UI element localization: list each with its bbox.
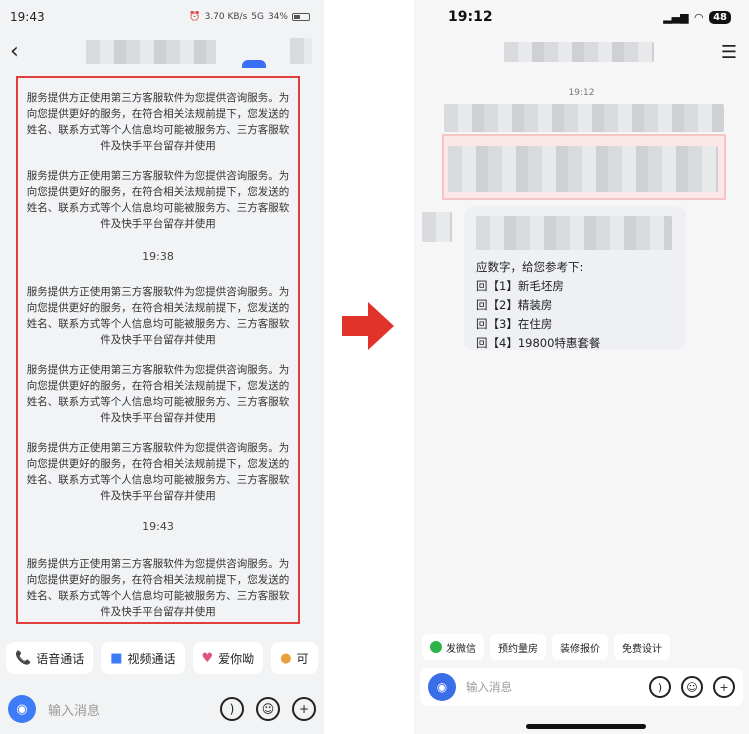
- wifi-icon: ◠: [694, 10, 704, 24]
- wechat-icon: [430, 641, 442, 653]
- camera-icon[interactable]: ◉: [8, 695, 36, 723]
- camera-icon[interactable]: ◉: [428, 673, 456, 701]
- voice-icon[interactable]: ): [649, 676, 671, 698]
- message-timestamp: 19:38: [142, 250, 174, 263]
- renovation-quote-button[interactable]: 装修报价: [552, 634, 608, 660]
- heart-emoji-icon: ♥: [201, 650, 214, 666]
- chip-label: 视频通话: [127, 651, 176, 666]
- status-time: 19:43: [10, 10, 45, 24]
- video-call-button[interactable]: ■ 视频通话: [101, 642, 185, 674]
- battery-icon: 48: [709, 10, 731, 24]
- plus-icon[interactable]: +: [713, 676, 735, 698]
- chip-label: 可: [296, 651, 309, 666]
- message-input-bar: ◉ 输入消息 ) ☺ +: [420, 668, 743, 706]
- system-message: 服务提供方正使用第三方客服软件为您提供咨询服务。为向您提供更好的服务，在符合相关…: [26, 92, 290, 152]
- blurred-contact-name: [504, 42, 654, 62]
- message-line: 回【1】新毛坯房: [476, 279, 564, 293]
- phone-icon: 📞: [15, 650, 32, 666]
- highlighted-blurred-message: [442, 134, 726, 200]
- blurred-contact-name: [86, 40, 216, 64]
- blurred-message: [444, 104, 724, 132]
- battery-level: 34%: [267, 12, 288, 22]
- emoji-icon[interactable]: ☺: [681, 676, 703, 698]
- system-message: 服务提供方正使用第三方客服软件为您提供咨询服务。为向您提供更好的服务，在符合相关…: [26, 286, 290, 346]
- system-message: 服务提供方正使用第三方客服软件为您提供咨询服务。为向您提供更好的服务，在符合相关…: [26, 558, 290, 618]
- highlighted-messages-box: 服务提供方正使用第三方客服软件为您提供咨询服务。为向您提供更好的服务，在符合相关…: [16, 76, 300, 624]
- signal-icon: 5G: [251, 12, 264, 22]
- message-line: 回【2】精装房: [476, 298, 553, 312]
- chat-header: ☰: [414, 34, 749, 70]
- love-you-sticker-button[interactable]: ♥ 爱你呦: [192, 642, 264, 674]
- message-line: 应数字，给您参考下:: [476, 260, 584, 274]
- status-icons: ▂▄▆ ◠ 48: [663, 10, 731, 24]
- quick-action-bar: 📞 语音通话 ■ 视频通话 ♥ 爱你呦 ● 可: [0, 642, 324, 676]
- book-measurement-button[interactable]: 预约量房: [490, 634, 546, 660]
- message-input[interactable]: 输入消息: [48, 700, 208, 719]
- message-input-bar: ◉ 输入消息 ) ☺ +: [0, 684, 324, 734]
- avatar[interactable]: [422, 212, 452, 242]
- blurred-header-action[interactable]: [290, 38, 312, 64]
- battery-icon: [292, 13, 310, 21]
- chip-label: 发微信: [446, 643, 476, 655]
- message-line: 回【4】19800特惠套餐: [476, 336, 601, 350]
- chip-label: 预约量房: [498, 643, 538, 655]
- alarm-icon: ⏰: [189, 12, 201, 22]
- left-phone-screen: 19:43 ⏰ 3.70 KB/s 5G 34% ‹ 服务提供方正使用第三方客服…: [0, 0, 324, 734]
- send-wechat-button[interactable]: 发微信: [422, 634, 484, 660]
- chip-label: 爱你呦: [218, 651, 255, 666]
- status-time: 19:12: [448, 9, 493, 25]
- chip-label: 语音通话: [36, 651, 85, 666]
- message-line: 回【3】在住房: [476, 317, 553, 331]
- reply-message-bubble: 应数字，给您参考下: 回【1】新毛坯房 回【2】精装房 回【3】在住房 回【4】…: [464, 206, 686, 350]
- blurred-message-header: [476, 216, 672, 250]
- free-design-button[interactable]: 免费设计: [614, 634, 670, 660]
- menu-icon[interactable]: ☰: [721, 42, 737, 63]
- signal-icon: ▂▄▆: [663, 10, 689, 24]
- message-timestamp: 19:12: [568, 88, 595, 98]
- chip-label: 免费设计: [622, 643, 662, 655]
- plus-icon[interactable]: +: [292, 697, 316, 721]
- status-bar: 19:12 ▂▄▆ ◠ 48: [414, 0, 749, 34]
- blurred-message: [448, 146, 718, 192]
- emoji-icon[interactable]: ☺: [256, 697, 280, 721]
- status-bar: 19:43 ⏰ 3.70 KB/s 5G 34%: [0, 0, 324, 34]
- voice-call-button[interactable]: 📞 语音通话: [6, 642, 94, 674]
- arrow-right-icon: [342, 302, 394, 350]
- network-speed: 3.70 KB/s: [204, 12, 248, 22]
- voice-icon[interactable]: ): [220, 697, 244, 721]
- quick-reply-chips: 发微信 预约量房 装修报价 免费设计: [422, 634, 670, 660]
- right-phone-screen: 19:12 ▂▄▆ ◠ 48 ☰ 19:12 应数字，给您参考下: 回【1】新毛…: [414, 0, 749, 734]
- home-indicator: [526, 724, 646, 729]
- system-message: 服务提供方正使用第三方客服软件为您提供咨询服务。为向您提供更好的服务，在符合相关…: [26, 170, 290, 230]
- message-timestamp: 19:43: [142, 520, 174, 533]
- chat-header: ‹: [0, 34, 324, 68]
- back-arrow-icon[interactable]: ‹: [10, 39, 30, 64]
- status-icons: ⏰ 3.70 KB/s 5G 34%: [189, 12, 310, 22]
- system-message: 服务提供方正使用第三方客服软件为您提供咨询服务。为向您提供更好的服务，在符合相关…: [26, 442, 290, 502]
- video-icon: ■: [110, 650, 123, 666]
- system-message: 服务提供方正使用第三方客服软件为您提供咨询服务。为向您提供更好的服务，在符合相关…: [26, 364, 290, 424]
- chip-label: 装修报价: [560, 643, 600, 655]
- cat-emoji-icon: ●: [280, 650, 292, 666]
- follow-button[interactable]: [242, 60, 266, 68]
- message-input[interactable]: 输入消息: [466, 679, 639, 695]
- sticker-button[interactable]: ● 可: [271, 642, 318, 674]
